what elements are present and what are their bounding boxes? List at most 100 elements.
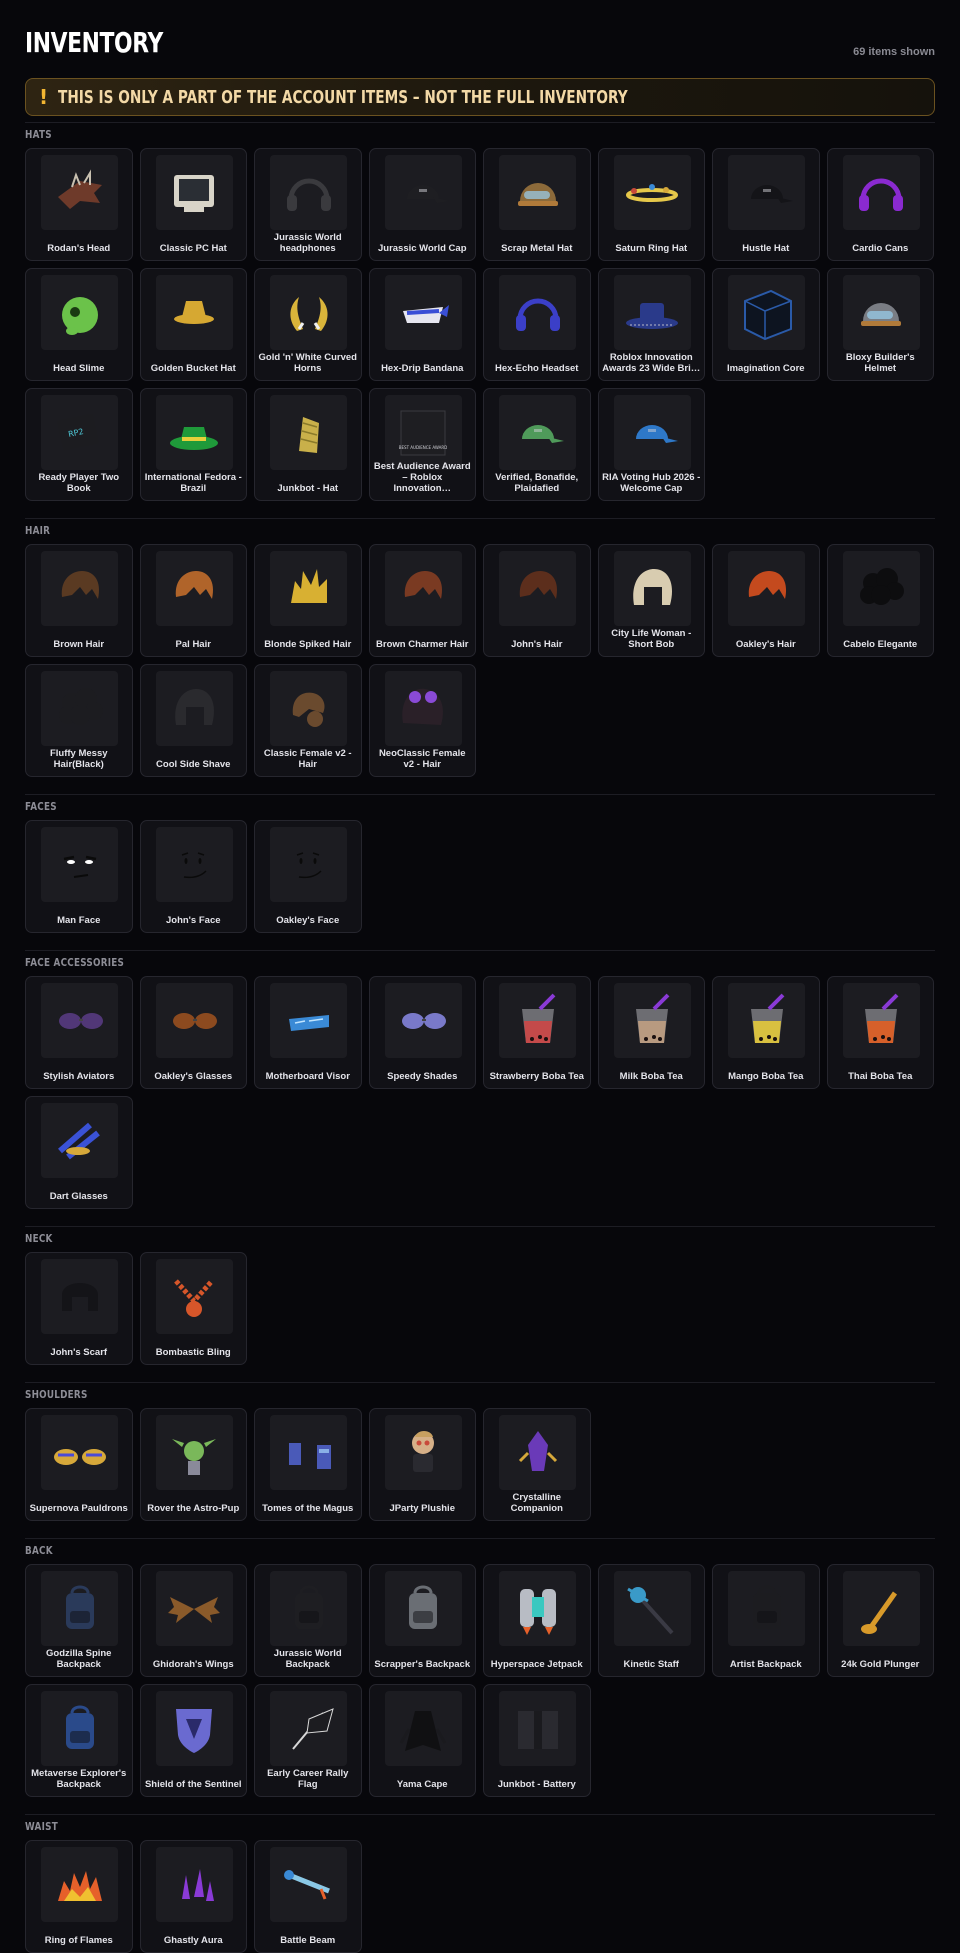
item-card[interactable]: Kinetic Staff: [597, 1564, 705, 1677]
hair-curly-icon: [842, 551, 920, 626]
item-card[interactable]: Thai Boba Tea: [826, 976, 934, 1089]
item-card[interactable]: Supernova Pauldrons: [25, 1408, 133, 1521]
books-icon: [270, 1415, 347, 1490]
item-card[interactable]: Junkbot - Hat: [254, 388, 362, 501]
item-card[interactable]: Imagination Core: [712, 268, 820, 381]
item-card[interactable]: Dart Glasses: [25, 1096, 133, 1209]
hair-icon: [728, 551, 805, 626]
item-card[interactable]: Ghastly Aura: [139, 1840, 247, 1953]
item-card[interactable]: Milk Boba Tea: [597, 976, 705, 1089]
item-name: Cabelo Elegante: [843, 639, 918, 650]
item-card[interactable]: Mango Boba Tea: [712, 976, 820, 1089]
item-name: Strawberry Boba Tea: [489, 1071, 584, 1082]
item-card[interactable]: Bombastic Bling: [139, 1252, 247, 1365]
item-card[interactable]: Metaverse Explorer's Backpack: [25, 1684, 133, 1797]
item-card[interactable]: Ghidorah's Wings: [139, 1564, 247, 1677]
item-name: Hex-Drip Bandana: [381, 363, 464, 374]
wide-hat-icon: [613, 275, 691, 350]
wings-icon: [155, 1571, 233, 1646]
item-card[interactable]: JParty Plushie: [368, 1408, 476, 1521]
item-card[interactable]: Golden Bucket Hat: [139, 268, 247, 381]
section-faces: FACES Man Face John's Face Oakley's Face: [25, 794, 935, 933]
item-card[interactable]: Crystalline Companion: [483, 1408, 591, 1521]
item-card[interactable]: Gold 'n' White Curved Horns: [254, 268, 362, 381]
item-card[interactable]: 24k Gold Plunger: [826, 1564, 934, 1677]
item-card[interactable]: Hustle Hat: [712, 148, 820, 261]
item-card[interactable]: Scrap Metal Hat: [483, 148, 591, 261]
item-card[interactable]: Jurassic World headphones: [254, 148, 362, 261]
item-card[interactable]: Hyperspace Jetpack: [483, 1564, 591, 1677]
item-name: Tomes of the Magus: [262, 1503, 354, 1514]
item-card[interactable]: RP2 Ready Player Two Book: [25, 388, 133, 501]
hair-icon: [499, 551, 576, 626]
item-card[interactable]: Hex-Drip Bandana: [368, 268, 476, 381]
item-card[interactable]: Ring of Flames: [25, 1840, 133, 1953]
item-name: Bloxy Builder's Helmet: [845, 352, 915, 374]
crystal-pet-icon: [499, 1415, 576, 1490]
cap-icon: [384, 155, 462, 230]
boba-icon: [842, 983, 920, 1058]
cap-icon: [728, 155, 805, 230]
item-card[interactable]: Oakley's Face: [254, 820, 362, 933]
warning-banner: ! THIS IS ONLY A PART OF THE ACCOUNT ITE…: [25, 78, 935, 116]
section-divider: [25, 122, 935, 123]
item-card[interactable]: Godzilla Spine Backpack: [25, 1564, 133, 1677]
item-card[interactable]: City Life Woman - Short Bob: [597, 544, 705, 657]
item-card[interactable]: Strawberry Boba Tea: [483, 976, 591, 1089]
item-card[interactable]: Cardio Cans: [826, 148, 934, 261]
item-card[interactable]: Brown Hair: [25, 544, 133, 657]
item-card[interactable]: Oakley's Hair: [712, 544, 820, 657]
item-card[interactable]: Cabelo Elegante: [826, 544, 934, 657]
hair-icon: [155, 551, 233, 626]
item-card[interactable]: Rover the Astro-Pup: [139, 1408, 247, 1521]
item-card[interactable]: John's Hair: [483, 544, 591, 657]
item-card[interactable]: Rodan's Head: [25, 148, 133, 261]
item-card[interactable]: Jurassic World Cap: [368, 148, 476, 261]
item-card[interactable]: Pal Hair: [139, 544, 247, 657]
item-card[interactable]: BEST AUDIENCE AWARD Best Audience Award –…: [368, 388, 476, 501]
item-name: Golden Bucket Hat: [150, 363, 236, 374]
item-card[interactable]: Fluffy Messy Hair(Black): [25, 664, 133, 777]
item-card[interactable]: Junkbot - Battery: [483, 1684, 591, 1797]
item-card[interactable]: Motherboard Visor: [254, 976, 362, 1089]
item-card[interactable]: Yama Cape: [368, 1684, 476, 1797]
helmet-icon: [499, 155, 576, 230]
item-card[interactable]: Verified, Bonafide, Plaidafied: [483, 388, 591, 501]
item-card[interactable]: Classic PC Hat: [139, 148, 247, 261]
item-card[interactable]: Scrapper's Backpack: [368, 1564, 476, 1677]
item-card[interactable]: Hex-Echo Headset: [483, 268, 591, 381]
item-card[interactable]: Tomes of the Magus: [254, 1408, 362, 1521]
item-card[interactable]: RIA Voting Hub 2026 - Welcome Cap: [597, 388, 705, 501]
section-divider: [25, 1226, 935, 1227]
item-card[interactable]: NeoClassic Female v2 - Hair: [368, 664, 476, 777]
item-card[interactable]: Oakley's Glasses: [139, 976, 247, 1089]
item-card[interactable]: Early Career Rally Flag: [254, 1684, 362, 1797]
item-name: John's Hair: [511, 639, 563, 650]
item-card[interactable]: Roblox Innovation Awards 23 Wide Bri…: [597, 268, 705, 381]
item-card[interactable]: Jurassic World Backpack: [254, 1564, 362, 1677]
item-card[interactable]: Battle Beam: [254, 1840, 362, 1953]
item-name: Man Face: [57, 915, 101, 926]
item-card[interactable]: Bloxy Builder's Helmet: [826, 268, 934, 381]
item-name: Brown Charmer Hair: [376, 639, 469, 650]
item-card[interactable]: Blonde Spiked Hair: [254, 544, 362, 657]
item-card[interactable]: Shield of the Sentinel: [139, 1684, 247, 1797]
section-label: FACES: [25, 799, 57, 813]
item-card[interactable]: John's Face: [139, 820, 247, 933]
glasses-icon: [155, 983, 233, 1058]
item-card[interactable]: Artist Backpack: [712, 1564, 820, 1677]
item-card[interactable]: Speedy Shades: [368, 976, 476, 1089]
item-name: Artist Backpack: [729, 1659, 802, 1670]
item-card[interactable]: Brown Charmer Hair: [368, 544, 476, 657]
item-card[interactable]: Classic Female v2 - Hair: [254, 664, 362, 777]
item-card[interactable]: Cool Side Shave: [139, 664, 247, 777]
item-card[interactable]: Head Slime: [25, 268, 133, 381]
item-card[interactable]: Saturn Ring Hat: [597, 148, 705, 261]
item-card[interactable]: International Fedora - Brazil: [139, 388, 247, 501]
pet-icon: [155, 1415, 233, 1490]
shield-icon: [155, 1691, 233, 1766]
item-card[interactable]: John's Scarf: [25, 1252, 133, 1365]
item-card[interactable]: Man Face: [25, 820, 133, 933]
item-card[interactable]: Stylish Aviators: [25, 976, 133, 1089]
svg-text:BEST AUDIENCE AWARD: BEST AUDIENCE AWARD: [399, 445, 447, 450]
